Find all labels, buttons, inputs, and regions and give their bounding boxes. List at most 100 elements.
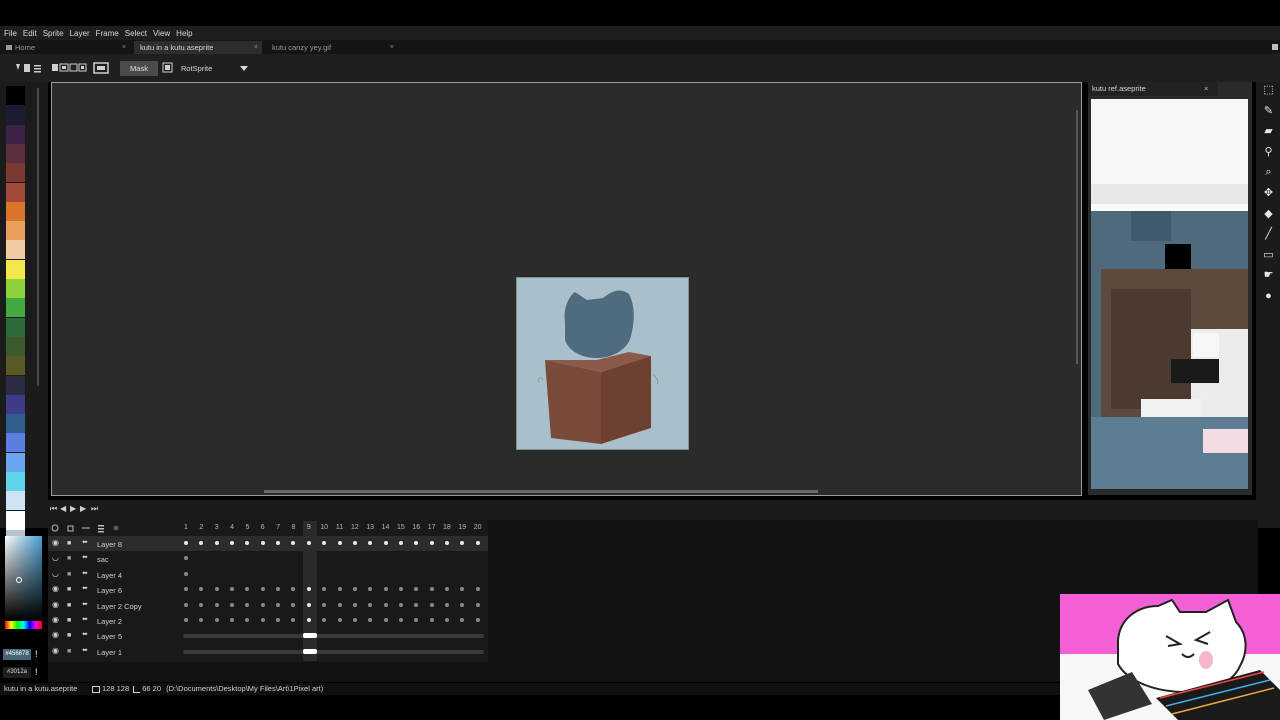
menu-help[interactable]: Help	[176, 29, 192, 38]
layer-name[interactable]: Layer 1	[97, 648, 122, 657]
cel-dot[interactable]	[398, 602, 403, 607]
tab-kutu-aseprite[interactable]: kutu in a kutu.aseprite ×	[134, 41, 262, 54]
cel-dot[interactable]	[306, 618, 311, 622]
cel-dot[interactable]	[306, 602, 311, 607]
mask-button[interactable]: Mask	[120, 61, 158, 76]
cel-dot[interactable]	[429, 602, 434, 607]
palette-swatch[interactable]	[6, 510, 25, 530]
palette-swatch[interactable]	[6, 105, 25, 125]
cel-dot[interactable]	[260, 618, 265, 622]
frame-header[interactable]: 10	[318, 524, 330, 531]
first-frame-icon[interactable]: ⏮	[50, 504, 59, 513]
frame-header[interactable]: 19	[456, 524, 468, 531]
palette-swatch[interactable]	[6, 375, 25, 395]
cel-dot[interactable]	[199, 602, 204, 607]
cel-dot[interactable]	[368, 602, 373, 607]
cel-dot[interactable]	[475, 587, 480, 592]
paint-bucket-icon[interactable]: ◆	[1261, 207, 1276, 222]
linked-cel-track[interactable]	[183, 634, 484, 639]
menu-view[interactable]: View	[153, 29, 170, 38]
cel-dot[interactable]	[214, 587, 219, 592]
pencil-icon[interactable]: ✎	[1261, 104, 1276, 119]
eye-icon[interactable]: ◉	[52, 585, 60, 593]
frame-header[interactable]: 13	[364, 524, 376, 531]
palette-swatch[interactable]	[6, 394, 25, 414]
lock-icon[interactable]: ■	[67, 648, 73, 655]
close-icon[interactable]: ×	[122, 41, 126, 54]
lock-icon[interactable]: ■	[67, 555, 73, 562]
palette-swatch[interactable]	[6, 491, 25, 511]
cel-dot[interactable]	[444, 618, 449, 622]
layer-name[interactable]: Layer 8	[97, 540, 122, 549]
frame-header[interactable]: 9	[303, 524, 315, 531]
frame-header[interactable]: 2	[195, 524, 207, 531]
cel-dot[interactable]	[322, 602, 327, 607]
cel-dot[interactable]	[306, 541, 311, 545]
cel-dot[interactable]	[260, 602, 265, 607]
layer-name[interactable]: Layer 6	[97, 586, 122, 595]
color-spectrum[interactable]	[5, 536, 42, 620]
cel-dot[interactable]	[306, 587, 311, 592]
frame-header[interactable]: 7	[272, 524, 284, 531]
frame-header[interactable]: 15	[395, 524, 407, 531]
frame-header[interactable]: 4	[226, 524, 238, 531]
lock-icon[interactable]: ■	[67, 571, 73, 578]
palette-swatch[interactable]	[6, 240, 25, 260]
cel-dot[interactable]	[383, 602, 388, 607]
lock-icon[interactable]: ■	[67, 617, 73, 624]
layer-row[interactable]	[48, 551, 488, 566]
frame-header[interactable]: 18	[441, 524, 453, 531]
palette-swatch[interactable]	[6, 201, 25, 221]
cel-dot[interactable]	[184, 541, 188, 545]
frame-header[interactable]: 17	[426, 524, 438, 531]
menu-edit[interactable]: Edit	[23, 29, 37, 38]
cel-dot[interactable]	[337, 587, 342, 592]
cel-dot[interactable]	[230, 602, 235, 607]
cel-dot[interactable]	[352, 602, 357, 607]
continuous-icon[interactable]: ⬌	[82, 554, 90, 562]
rotation-algorithm-select[interactable]: RotSprite	[178, 61, 246, 76]
cel-dot[interactable]	[444, 602, 449, 607]
eye-icon[interactable]: ◉	[52, 646, 60, 655]
close-icon[interactable]: ×	[254, 41, 258, 54]
cel-dot[interactable]	[214, 602, 219, 607]
layer-name[interactable]: Layer 5	[97, 632, 122, 641]
move-icon[interactable]: ✥	[1261, 186, 1276, 201]
eye-icon[interactable]: ◉	[52, 616, 60, 624]
line-icon[interactable]: ╱	[1261, 227, 1276, 242]
lock-icon[interactable]: ■	[67, 586, 73, 593]
cel-dot[interactable]	[184, 618, 188, 622]
cel-dot[interactable]	[460, 602, 465, 607]
reference-image[interactable]	[1091, 99, 1248, 489]
hue-slider[interactable]	[5, 621, 42, 629]
cel-dot[interactable]	[184, 602, 188, 607]
palette-swatch[interactable]	[6, 356, 25, 376]
tab-kutu-gif[interactable]: kutu canzy yey.gif ×	[266, 41, 398, 54]
blur-icon[interactable]: ●	[1261, 289, 1276, 304]
frame-header[interactable]: 20	[472, 524, 484, 531]
menu-frame[interactable]: Frame	[96, 29, 119, 38]
editor-horizontal-scrollbar[interactable]	[264, 490, 818, 493]
tabs-overflow-icon[interactable]	[1272, 44, 1278, 50]
cel-dot[interactable]	[475, 618, 480, 622]
play-icon[interactable]: ▶	[70, 504, 79, 513]
cel-dot[interactable]	[429, 618, 434, 622]
frame-header[interactable]: 1	[180, 524, 192, 531]
zoom-icon[interactable]: ⌕	[1261, 165, 1276, 180]
eye-icon[interactable]: ◉	[52, 600, 60, 609]
palette-swatch[interactable]	[6, 86, 25, 105]
continuous-icon[interactable]: ⬌	[82, 570, 90, 578]
palette-swatch[interactable]	[6, 221, 25, 241]
palette-scrollbar[interactable]	[37, 88, 39, 386]
close-icon[interactable]: ×	[390, 41, 394, 54]
cel-dot[interactable]	[383, 618, 388, 622]
frame-header[interactable]: 8	[287, 524, 299, 531]
lock-icon[interactable]: ■	[67, 632, 73, 639]
foreground-color[interactable]: #456678	[3, 649, 31, 660]
cel-dot[interactable]	[337, 602, 342, 607]
next-frame-icon[interactable]: ▶	[80, 504, 89, 513]
continuous-icon[interactable]: ⬌	[82, 647, 90, 655]
chevron-down-icon[interactable]	[240, 66, 248, 71]
frame-header[interactable]: 11	[334, 524, 346, 531]
layer-name[interactable]: sac	[97, 555, 109, 564]
